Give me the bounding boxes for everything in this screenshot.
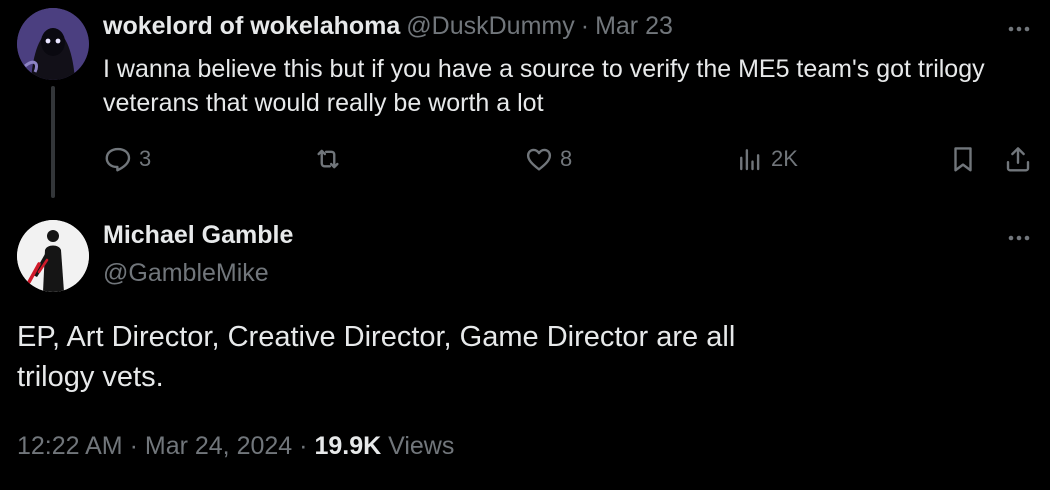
- reply-date[interactable]: Mar 23: [595, 12, 673, 41]
- meta-separator-2: ·: [299, 432, 308, 460]
- retweet-icon: [317, 149, 339, 169]
- figure-silhouette-avatar-image: [17, 220, 89, 292]
- main-handle[interactable]: @GambleMike: [103, 259, 269, 288]
- reply-button[interactable]: 3: [103, 142, 151, 176]
- tweet-thread: wokelord of wokelahoma @DuskDummy · Mar …: [0, 0, 1050, 490]
- reply-icon: [105, 147, 131, 172]
- hooded-figure-avatar-image: [17, 8, 89, 80]
- bookmark-button[interactable]: [948, 142, 978, 176]
- views-button[interactable]: 2K: [735, 142, 798, 176]
- main-tweet-text: EP, Art Director, Creative Director, Gam…: [17, 321, 736, 393]
- reply-tweet[interactable]: wokelord of wokelahoma @DuskDummy · Mar …: [0, 0, 1050, 205]
- main-display-name[interactable]: Michael Gamble: [103, 221, 293, 250]
- reply-count: 3: [139, 146, 152, 171]
- retweet-button[interactable]: [313, 142, 343, 176]
- reply-avatar[interactable]: [17, 8, 89, 80]
- like-icon: [526, 148, 552, 171]
- reply-header: wokelord of wokelahoma @DuskDummy · Mar …: [103, 10, 673, 42]
- reply-action-bar: 3 8 2K: [103, 142, 1033, 176]
- main-tweet[interactable]: Michael Gamble @GambleMike EP, Art Direc…: [0, 205, 1050, 490]
- views-icon: [740, 149, 760, 171]
- reply-handle[interactable]: @DuskDummy: [406, 12, 574, 41]
- share-button[interactable]: [1003, 142, 1033, 176]
- main-tweet-meta: 12:22 AM · Mar 24, 2024 · 19.9K Views: [17, 432, 454, 461]
- like-count: 8: [560, 146, 573, 171]
- reply-display-name[interactable]: wokelord of wokelahoma: [103, 12, 400, 41]
- main-views-label[interactable]: Views: [388, 432, 454, 460]
- thread-connector-line: [51, 86, 55, 198]
- bookmark-icon: [954, 147, 972, 172]
- meta-separator-1: ·: [129, 432, 138, 460]
- tweet-time[interactable]: 12:22 AM: [17, 432, 123, 460]
- main-more-icon[interactable]: [1004, 223, 1034, 253]
- views-count: 2K: [771, 146, 798, 171]
- main-views-count[interactable]: 19.9K: [314, 432, 381, 460]
- tweet-date[interactable]: Mar 24, 2024: [145, 432, 292, 460]
- like-button[interactable]: 8: [524, 142, 572, 176]
- reply-text: I wanna believe this but if you have a s…: [103, 55, 985, 117]
- reply-separator: ·: [580, 11, 590, 40]
- reply-more-icon[interactable]: [1004, 14, 1034, 44]
- share-icon: [1006, 147, 1030, 172]
- main-avatar[interactable]: [17, 220, 89, 292]
